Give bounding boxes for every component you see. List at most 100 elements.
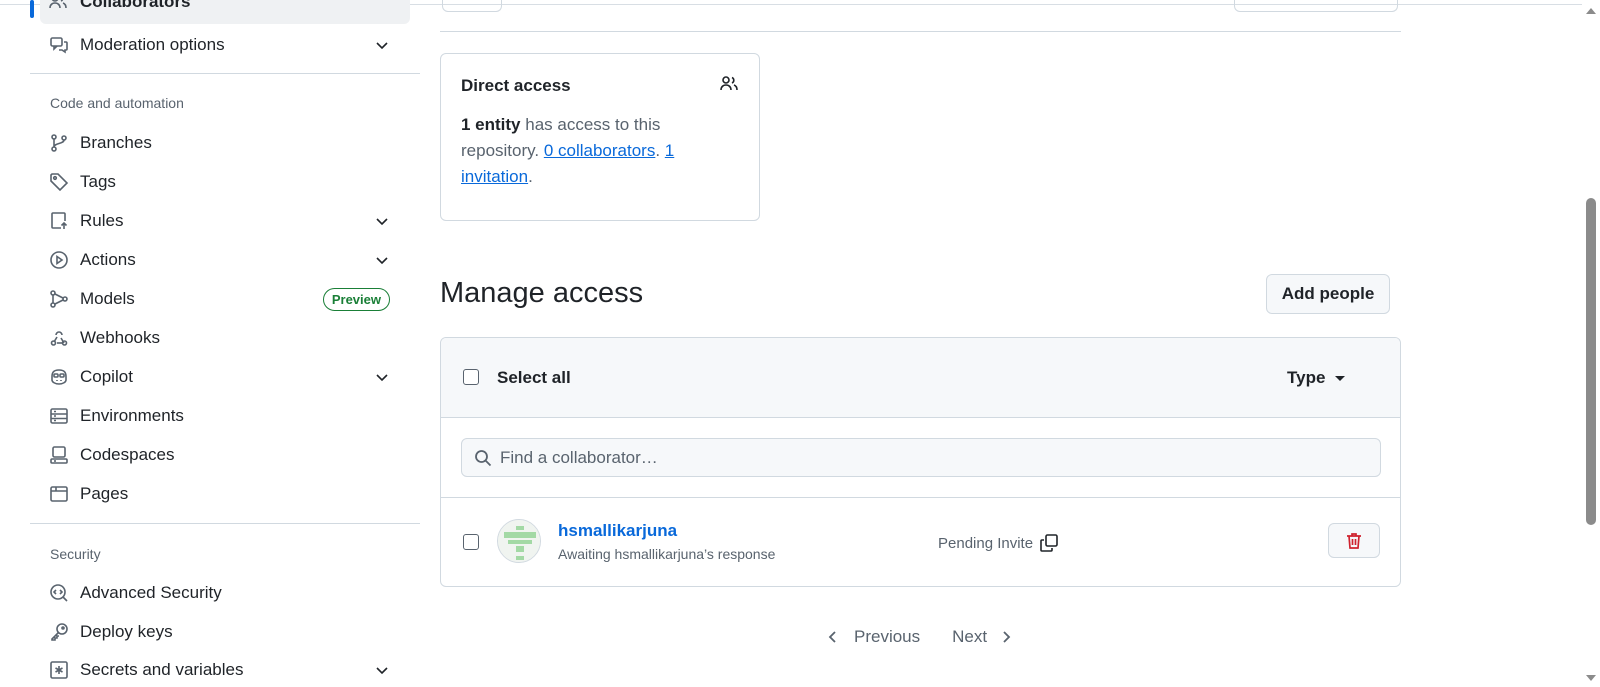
member-username-link[interactable]: hsmallikarjuna (558, 521, 677, 541)
chevron-down-icon[interactable] (374, 662, 390, 678)
server-icon (48, 405, 70, 427)
webhook-icon (48, 327, 70, 349)
sidebar-divider (30, 73, 420, 74)
sidebar-item-label: Actions (80, 250, 136, 269)
type-filter-label: Type (1287, 368, 1326, 387)
row-checkbox[interactable] (463, 534, 479, 550)
codespaces-icon (48, 444, 70, 466)
previous-label: Previous (854, 627, 921, 646)
entity-count: 1 entity (461, 115, 521, 134)
chevron-right-icon (1003, 631, 1011, 643)
sidebar-item-secrets[interactable]: Secrets and variables (48, 652, 410, 687)
tag-icon (48, 171, 70, 193)
scroll-up-arrow[interactable] (1586, 8, 1596, 14)
collaborators-link[interactable]: 0 collaborators (544, 141, 656, 160)
sidebar-item-codespaces[interactable]: Codespaces (48, 437, 410, 473)
sidebar-divider (30, 523, 420, 524)
next-label: Next (952, 627, 988, 646)
search-box[interactable] (461, 438, 1381, 477)
asterisk-icon (48, 659, 70, 681)
copilot-icon (48, 366, 70, 388)
chevron-left-icon (828, 631, 836, 643)
sidebar-item-label: Moderation options (80, 35, 225, 54)
collaborator-search-input[interactable] (500, 447, 1380, 468)
caret-down-icon (1335, 375, 1346, 381)
sidebar-item-pages[interactable]: Pages (48, 476, 410, 512)
direct-access-title: Direct access (461, 76, 571, 95)
search-icon (475, 449, 492, 466)
people-icon (48, 0, 70, 12)
sidebar-item-label: Pages (80, 484, 129, 503)
sidebar-item-label: Environments (80, 406, 184, 425)
sidebar-item-label: Copilot (80, 367, 133, 386)
active-indicator (30, 0, 34, 18)
sidebar-item-label: Deploy keys (80, 622, 173, 641)
select-all-label[interactable]: Select all (497, 368, 571, 388)
manage-access-title: Manage access (440, 277, 644, 309)
sidebar-item-rules[interactable]: Rules (48, 203, 410, 239)
sidebar-item-advanced-security[interactable]: Advanced Security (48, 575, 410, 611)
remove-member-button[interactable] (1328, 523, 1380, 558)
codescan-icon (48, 582, 70, 604)
chevron-down-icon[interactable] (374, 37, 390, 53)
direct-access-card: Direct access 1 entity has access to thi… (440, 53, 760, 221)
member-status: Awaiting hsmallikarjuna’s response (558, 546, 776, 562)
sidebar-item-copilot[interactable]: Copilot (48, 359, 410, 395)
role-label: Pending Invite (938, 534, 1034, 552)
avatar[interactable] (497, 519, 541, 563)
sidebar-item-label: Branches (80, 133, 152, 152)
section-divider (440, 31, 1401, 32)
table-header: Select all Type (441, 338, 1400, 418)
type-filter-dropdown[interactable]: Type (1287, 368, 1346, 388)
summary-text: . (528, 167, 533, 186)
previous-page-button[interactable]: Previous (826, 627, 920, 647)
add-people-button[interactable]: Add people (1266, 274, 1390, 314)
sidebar-item-deploy-keys[interactable]: Deploy keys (48, 614, 410, 650)
chevron-down-icon[interactable] (374, 252, 390, 268)
sidebar-item-actions[interactable]: Actions (48, 242, 410, 278)
section-title-security: Security (50, 546, 101, 562)
settings-sidebar: Collaborators Moderation options Code an… (0, 0, 420, 687)
sidebar-item-moderation[interactable]: Moderation options (48, 27, 410, 63)
page-scrollbar[interactable] (1582, 0, 1600, 687)
direct-access-summary: 1 entity has access to this repository. … (461, 112, 701, 190)
pending-invite: Pending Invite (938, 533, 1059, 553)
comment-discussion-icon (48, 34, 70, 56)
sidebar-item-label: Models (80, 289, 135, 308)
key-icon (48, 621, 70, 643)
scroll-thumb[interactable] (1586, 198, 1596, 525)
browser-icon (48, 483, 70, 505)
search-row (441, 418, 1400, 498)
git-branch-icon (48, 132, 70, 154)
sidebar-item-environments[interactable]: Environments (48, 398, 410, 434)
collaborators-table: Select all Type hsmallikarjuna Awaiting … (440, 337, 1401, 587)
scroll-down-arrow[interactable] (1586, 675, 1596, 681)
summary-text: . (655, 141, 665, 160)
sidebar-item-label: Advanced Security (80, 583, 222, 602)
cutoff-button[interactable] (1234, 0, 1398, 12)
sidebar-item-models[interactable]: Models Preview (48, 281, 410, 317)
section-title-code: Code and automation (50, 95, 184, 111)
people-icon (719, 74, 739, 94)
sidebar-item-webhooks[interactable]: Webhooks (48, 320, 410, 356)
trash-icon (1347, 532, 1361, 549)
sidebar-item-tags[interactable]: Tags (48, 164, 410, 200)
identicon (498, 520, 540, 562)
sidebar-item-label: Codespaces (80, 445, 175, 464)
preview-badge: Preview (322, 287, 390, 311)
sidebar-item-label: Secrets and variables (80, 660, 244, 679)
sidebar-item-label: Webhooks (80, 328, 161, 347)
select-all-checkbox[interactable] (463, 369, 479, 385)
cutoff-button[interactable] (442, 0, 502, 12)
chevron-down-icon[interactable] (374, 369, 390, 385)
models-icon (48, 288, 70, 310)
sidebar-item-collaborators[interactable]: Collaborators (40, 0, 410, 24)
next-page-button[interactable]: Next (952, 627, 1013, 647)
sidebar-item-label: Collaborators (80, 0, 191, 11)
table-row: hsmallikarjuna Awaiting hsmallikarjuna’s… (441, 498, 1400, 586)
sidebar-item-branches[interactable]: Branches (48, 125, 410, 161)
pagination: Previous Next (826, 627, 1013, 647)
chevron-down-icon[interactable] (374, 213, 390, 229)
sidebar-item-label: Tags (80, 172, 116, 191)
copy-icon[interactable] (1039, 533, 1059, 553)
